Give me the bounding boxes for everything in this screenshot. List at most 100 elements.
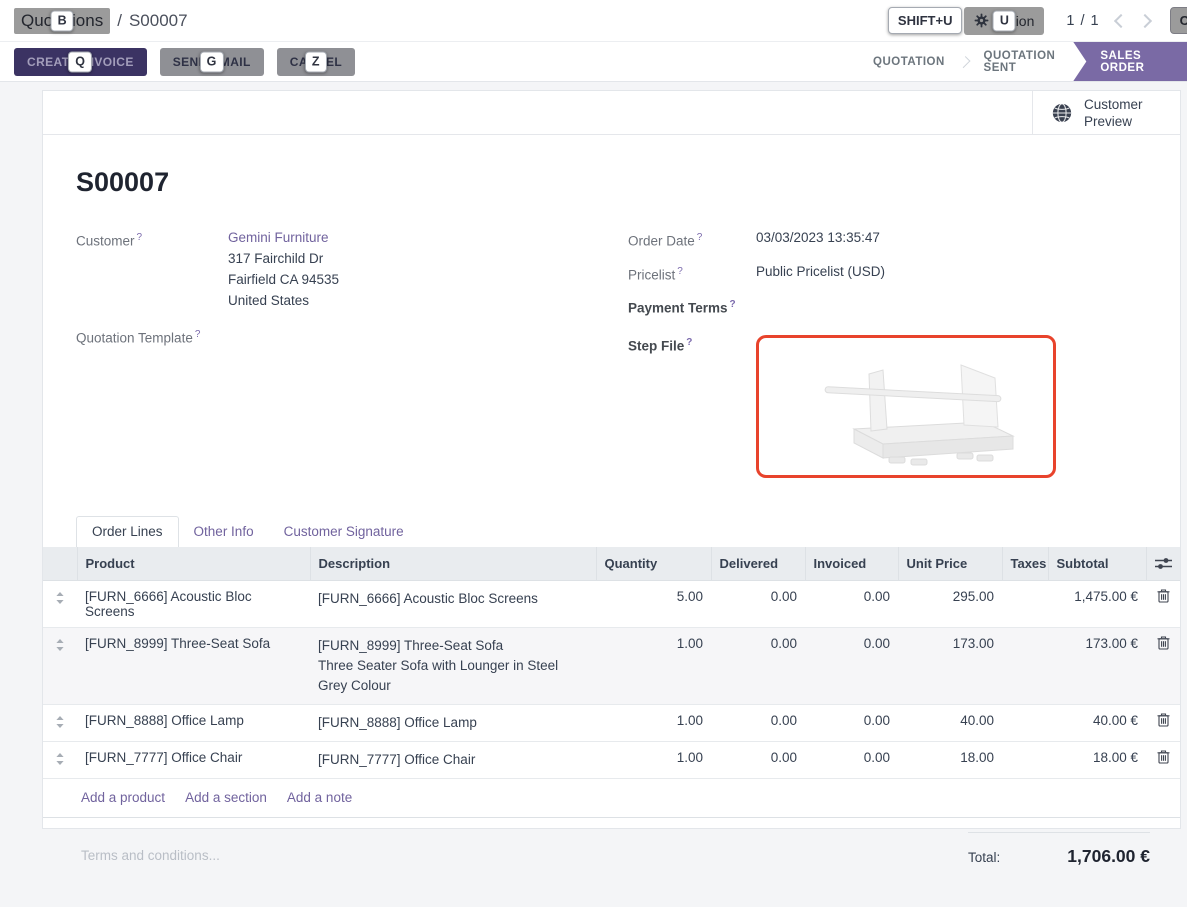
taxes-cell[interactable] (1002, 741, 1048, 778)
customer-address-line: Fairfield CA 94535 (228, 269, 339, 290)
next-record-button[interactable] (1138, 13, 1152, 27)
unit-price-cell[interactable]: 173.00 (898, 627, 1002, 704)
unit-price-cell[interactable]: 40.00 (898, 704, 1002, 741)
order-line-row: [FURN_7777] Office Chair [FURN_7777] Off… (43, 741, 1180, 778)
subtotal-column-header[interactable]: Subtotal (1048, 547, 1146, 581)
tab-customer-signature[interactable]: Customer Signature (269, 517, 419, 547)
invoiced-column-header[interactable]: Invoiced (805, 547, 898, 581)
order-lines-table: Product Description Quantity Delivered I… (43, 547, 1180, 818)
quotation-template-field-label: Quotation Template? (76, 325, 228, 349)
invoiced-cell[interactable]: 0.00 (805, 741, 898, 778)
delivered-cell[interactable]: 0.00 (711, 580, 805, 627)
hint-badge-cancel: Z (305, 51, 327, 72)
total-block: Total: 1,706.00 € (968, 832, 1150, 867)
payment-terms-field-label: Payment Terms? (628, 295, 756, 319)
hint-badge-send-email: G (200, 51, 224, 72)
previous-record-button[interactable] (1114, 13, 1128, 27)
unit-price-column-header[interactable]: Unit Price (898, 547, 1002, 581)
description-cell[interactable]: [FURN_8888] Office Lamp (310, 704, 596, 741)
unit-price-cell[interactable]: 18.00 (898, 741, 1002, 778)
subtotal-cell: 18.00 € (1048, 741, 1146, 778)
customer-preview-button[interactable]: Customer Preview (1032, 91, 1180, 134)
page-title: S00007 (76, 167, 1144, 198)
drag-handle-icon[interactable] (51, 713, 69, 728)
taxes-cell[interactable] (1002, 704, 1048, 741)
delete-line-icon[interactable] (1157, 589, 1170, 606)
taxes-cell[interactable] (1002, 627, 1048, 704)
product-cell[interactable]: [FURN_6666] Acoustic Bloc Screens (77, 580, 310, 627)
product-column-header[interactable]: Product (77, 547, 310, 581)
optional-columns-header (1146, 547, 1180, 581)
invoiced-cell[interactable]: 0.00 (805, 627, 898, 704)
drag-handle-icon[interactable] (51, 636, 69, 651)
record-pager: 1 / 1 (1066, 13, 1099, 29)
action-menu-button[interactable]: Action U (964, 7, 1044, 35)
create-invoice-button[interactable]: CREATE INVOICE Q (14, 48, 147, 76)
description-column-header[interactable]: Description (310, 547, 596, 581)
quantity-cell[interactable]: 1.00 (596, 704, 711, 741)
topbar-right-cluster: SHIFT+U Action U 1 / 1 C (888, 0, 1187, 41)
taxes-cell[interactable] (1002, 580, 1048, 627)
help-icon: ? (677, 266, 683, 277)
quantity-column-header[interactable]: Quantity (596, 547, 711, 581)
help-icon: ? (686, 337, 692, 348)
delivered-column-header[interactable]: Delivered (711, 547, 805, 581)
product-cell[interactable]: [FURN_8888] Office Lamp (77, 704, 310, 741)
delivered-cell[interactable]: 0.00 (711, 741, 805, 778)
corner-button[interactable]: C (1170, 7, 1187, 34)
breadcrumb-section[interactable]: Quotations B (14, 8, 110, 34)
order-line-row: [FURN_8888] Office Lamp [FURN_8888] Offi… (43, 704, 1180, 741)
total-label: Total: (968, 850, 1000, 865)
send-email-button[interactable]: SEND EMAIL G (160, 48, 264, 76)
customer-field-value: Gemini Furniture 317 Fairchild Dr Fairfi… (228, 228, 339, 311)
unit-price-cell[interactable]: 295.00 (898, 580, 1002, 627)
customer-preview-label: Customer Preview (1084, 96, 1150, 130)
add-a-product-link[interactable]: Add a product (81, 790, 165, 805)
invoiced-cell[interactable]: 0.00 (805, 580, 898, 627)
drag-handle-icon[interactable] (51, 589, 69, 604)
delivered-cell[interactable]: 0.00 (711, 704, 805, 741)
product-cell[interactable]: [FURN_8999] Three-Seat Sofa (77, 627, 310, 704)
customer-link[interactable]: Gemini Furniture (228, 230, 329, 245)
quantity-cell[interactable]: 1.00 (596, 741, 711, 778)
invoiced-cell[interactable]: 0.00 (805, 704, 898, 741)
customer-address-line: United States (228, 290, 339, 311)
step-file-image[interactable] (756, 335, 1056, 478)
delete-line-icon[interactable] (1157, 750, 1170, 767)
statusbar-step-quotation[interactable]: QUOTATION (860, 42, 958, 81)
hint-badge-action: U (993, 10, 1016, 31)
step-file-field-label: Step File? (628, 333, 756, 478)
description-cell[interactable]: [FURN_6666] Acoustic Bloc Screens (310, 580, 596, 627)
statusbar-step-sales-order[interactable]: SALES ORDER (1073, 42, 1187, 81)
help-icon: ? (137, 232, 143, 243)
delete-line-icon[interactable] (1157, 713, 1170, 730)
order-date-field-value[interactable]: 03/03/2023 13:35:47 (756, 228, 880, 252)
statusbar-step-quotation-sent[interactable]: QUOTATION SENT (971, 42, 1069, 81)
order-date-field-label: Order Date? (628, 228, 756, 252)
add-a-note-link[interactable]: Add a note (287, 790, 352, 805)
cancel-button[interactable]: CANCEL Z (277, 48, 355, 76)
quantity-cell[interactable]: 5.00 (596, 580, 711, 627)
form-top-strip: Customer Preview (43, 91, 1180, 135)
description-cell[interactable]: [FURN_8999] Three-Seat Sofa Three Seater… (310, 627, 596, 704)
description-cell[interactable]: [FURN_7777] Office Chair (310, 741, 596, 778)
tab-order-lines[interactable]: Order Lines (76, 516, 179, 547)
fields-left-column: Customer? Gemini Furniture 317 Fairchild… (76, 228, 628, 488)
delivered-cell[interactable]: 0.00 (711, 627, 805, 704)
optional-columns-icon[interactable] (1155, 557, 1173, 570)
statusbar: QUOTATION QUOTATION SENT SALES ORDER (860, 42, 1187, 81)
terms-and-conditions-placeholder[interactable]: Terms and conditions... (81, 832, 220, 867)
globe-icon (1051, 102, 1073, 124)
help-icon: ? (195, 329, 201, 340)
taxes-column-header[interactable]: Taxes (1002, 547, 1048, 581)
add-a-section-link[interactable]: Add a section (185, 790, 267, 805)
tab-other-info[interactable]: Other Info (179, 517, 269, 547)
delete-line-icon[interactable] (1157, 636, 1170, 653)
product-cell[interactable]: [FURN_7777] Office Chair (77, 741, 310, 778)
drag-handle-icon[interactable] (51, 750, 69, 765)
breadcrumb-separator: / (117, 11, 122, 31)
quantity-cell[interactable]: 1.00 (596, 627, 711, 704)
pricelist-field-value[interactable]: Public Pricelist (USD) (756, 262, 885, 286)
action-buttons: CREATE INVOICE Q SEND EMAIL G CANCEL Z (0, 48, 368, 76)
fields-right-column: Order Date? 03/03/2023 13:35:47 Pricelis… (628, 228, 1144, 488)
